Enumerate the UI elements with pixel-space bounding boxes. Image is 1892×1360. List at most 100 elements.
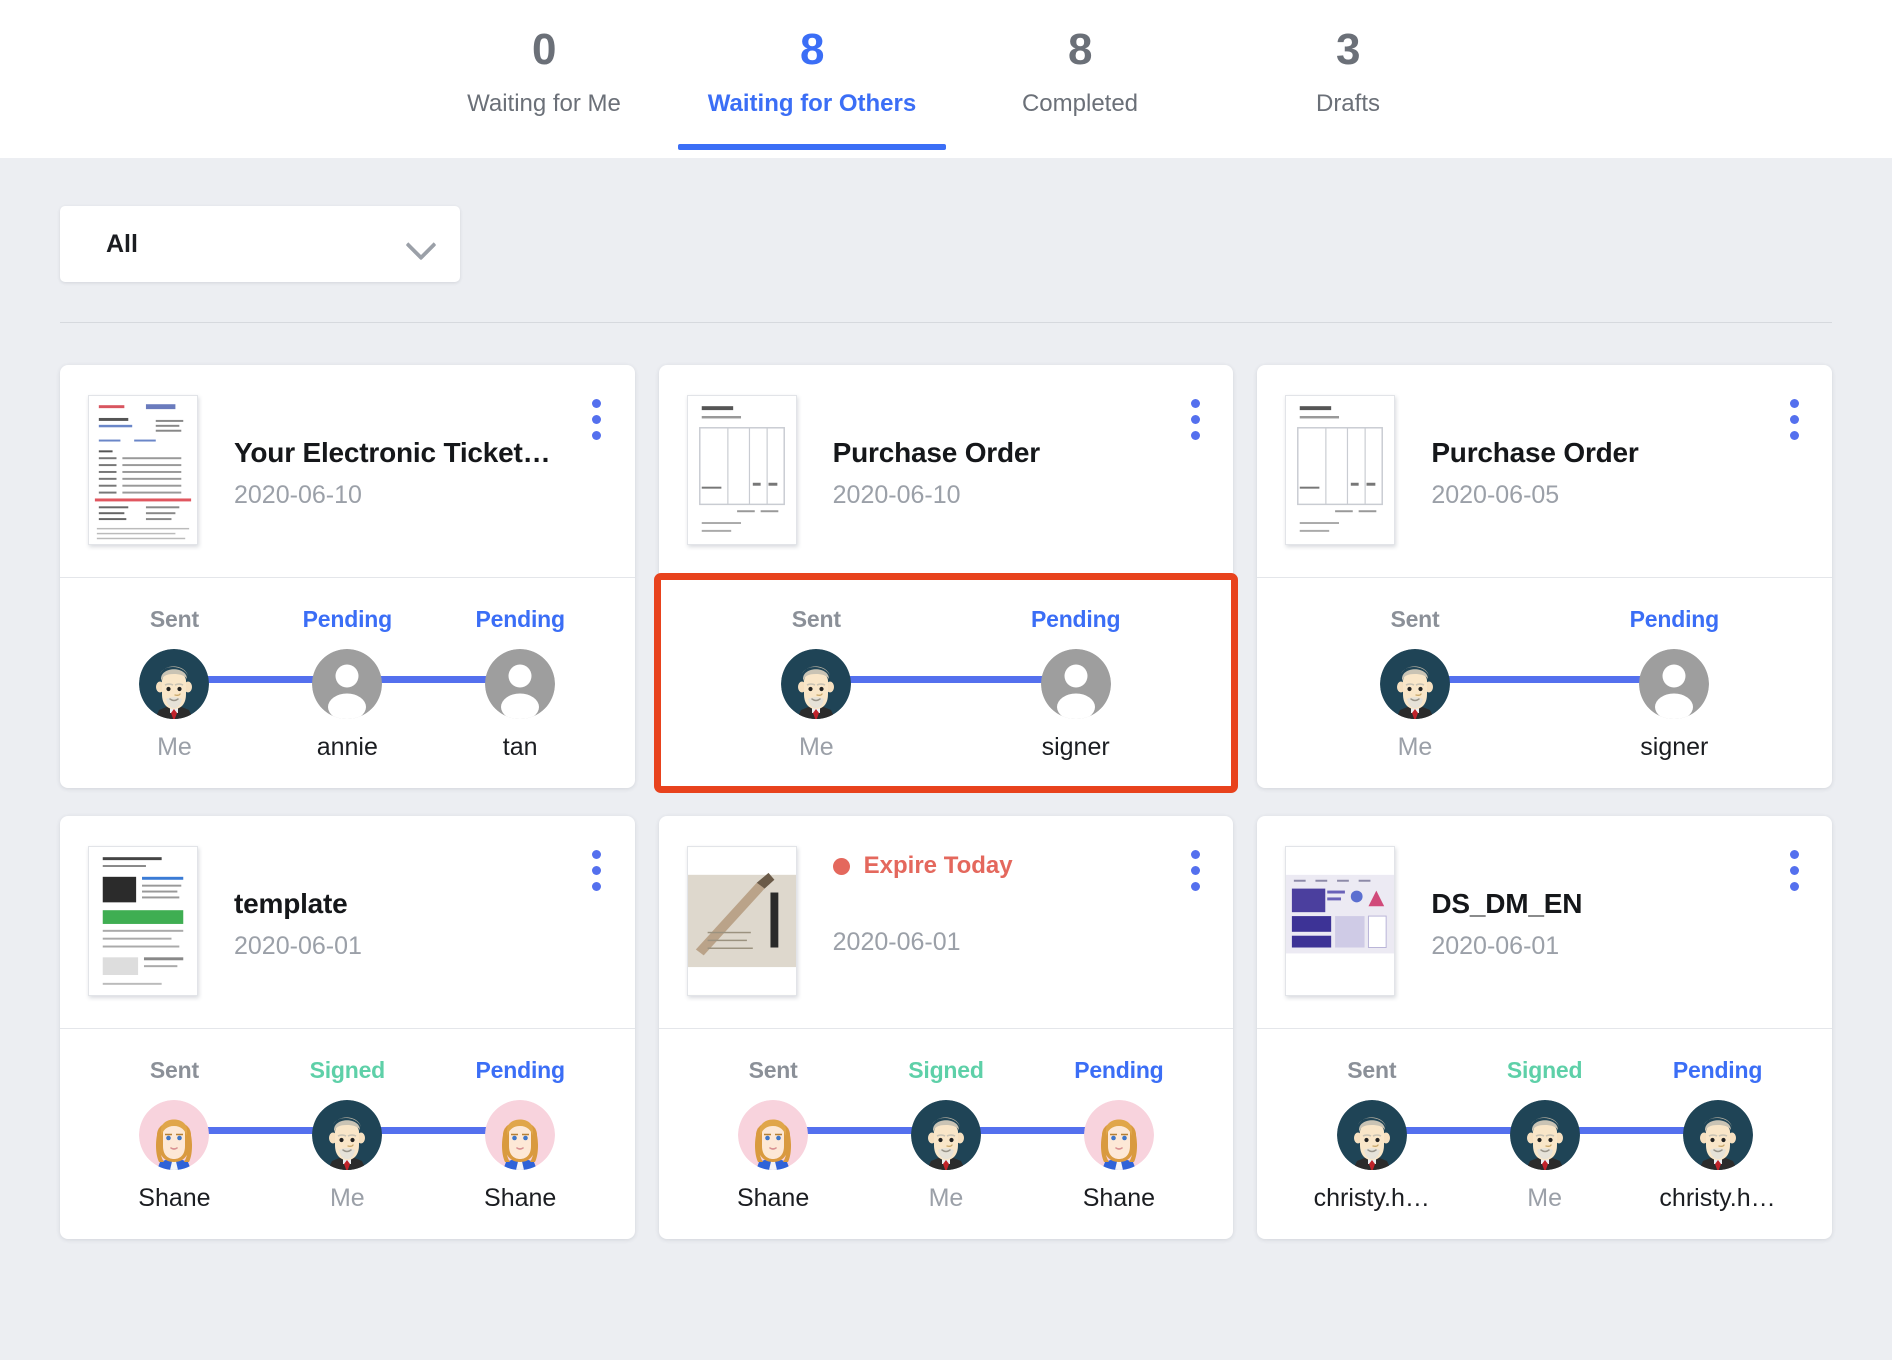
signer: Sent Shane bbox=[99, 1057, 249, 1213]
tab-waiting-for-others[interactable]: 8Waiting for Others bbox=[678, 28, 946, 144]
document-title: Purchase Order bbox=[833, 437, 1208, 469]
expire-dot-icon bbox=[833, 858, 850, 875]
tab-count: 3 bbox=[1214, 28, 1482, 72]
woman-blonde-avatar bbox=[1084, 1100, 1154, 1170]
document-card[interactable]: DS_DM_EN2020-06-01Sentchristy.h…SignedMe… bbox=[1257, 816, 1832, 1239]
signer-name: signer bbox=[1599, 733, 1749, 762]
card-meta: Expire Today2020-06-01 bbox=[797, 846, 1208, 1002]
signer: Pending Shane bbox=[445, 1057, 595, 1213]
placeholder-person-avatar bbox=[1639, 649, 1709, 719]
signer: SentMe bbox=[1340, 606, 1490, 762]
man-dark-suit-avatar bbox=[1683, 1100, 1753, 1170]
document-date: 2020-06-10 bbox=[833, 481, 1208, 510]
card-header: DS_DM_EN 2020-06-01 bbox=[1257, 816, 1832, 1028]
document-title: DS_DM_EN bbox=[1431, 888, 1806, 920]
more-vertical-icon[interactable] bbox=[1780, 395, 1808, 444]
signer-status: Sent bbox=[99, 606, 249, 633]
more-vertical-icon[interactable] bbox=[1181, 846, 1209, 895]
signer-status: Pending bbox=[1643, 1057, 1793, 1084]
status-tab-bar: 0Waiting for Me8Waiting for Others8Compl… bbox=[0, 0, 1892, 158]
more-vertical-icon[interactable] bbox=[1780, 846, 1808, 895]
more-vertical-icon[interactable] bbox=[583, 395, 611, 444]
tab-list: 0Waiting for Me8Waiting for Others8Compl… bbox=[410, 0, 1482, 144]
signer-flow: Sentchristy.h…SignedMePendingchristy.h… bbox=[1257, 1029, 1832, 1239]
card-meta: Your Electronic Ticket…2020-06-10 bbox=[198, 395, 609, 551]
placeholder-person-avatar bbox=[485, 649, 555, 719]
card-meta: Purchase Order 2020-06-05 bbox=[1395, 395, 1806, 551]
expire-badge: Expire Today bbox=[833, 852, 1208, 880]
more-vertical-icon[interactable] bbox=[1181, 395, 1209, 444]
man-dark-suit-avatar bbox=[1337, 1100, 1407, 1170]
tab-count: 8 bbox=[946, 28, 1214, 72]
tab-active-underline bbox=[678, 144, 946, 150]
document-date: 2020-06-01 bbox=[234, 932, 609, 961]
document-card[interactable]: template2020-06-01SentShaneSignedMePendi… bbox=[60, 816, 635, 1239]
document-title: Purchase Order bbox=[1431, 437, 1806, 469]
signer-name: tan bbox=[445, 733, 595, 762]
signer-status: Pending bbox=[1001, 606, 1151, 633]
signer-status: Pending bbox=[445, 1057, 595, 1084]
document-thumbnail bbox=[1285, 846, 1395, 996]
signer-name: Me bbox=[1470, 1184, 1620, 1213]
filter-row: All bbox=[60, 158, 1832, 282]
man-dark-suit-avatar bbox=[139, 649, 209, 719]
document-card[interactable]: Purchase Order 2020-06-05 SentMe Pendingsig… bbox=[1257, 365, 1832, 788]
placeholder-person-avatar bbox=[1041, 649, 1111, 719]
tab-completed[interactable]: 8 Completed bbox=[946, 28, 1214, 144]
section-divider bbox=[60, 322, 1832, 323]
woman-blonde-avatar bbox=[139, 1100, 209, 1170]
signer-status: Sent bbox=[99, 1057, 249, 1084]
signer-name: christy.h… bbox=[1643, 1184, 1793, 1213]
woman-blonde-avatar bbox=[485, 1100, 555, 1170]
signer-status: Pending bbox=[1044, 1057, 1194, 1084]
signer-status: Signed bbox=[871, 1057, 1021, 1084]
tab-drafts[interactable]: 3Drafts bbox=[1214, 28, 1482, 144]
card-header: Expire Today2020-06-01 bbox=[659, 816, 1234, 1028]
signer-name: christy.h… bbox=[1297, 1184, 1447, 1213]
man-dark-suit-avatar bbox=[781, 649, 851, 719]
signer: SentMe bbox=[741, 606, 891, 762]
tab-count: 8 bbox=[678, 28, 946, 72]
card-header: Purchase Order 2020-06-05 bbox=[1257, 365, 1832, 577]
signer-flow: SentShaneSignedMePendingShane bbox=[659, 1029, 1234, 1239]
signer: SentMe bbox=[99, 606, 249, 762]
man-dark-suit-avatar bbox=[911, 1100, 981, 1170]
man-dark-suit-avatar bbox=[1510, 1100, 1580, 1170]
tab-label: Waiting for Me bbox=[410, 90, 678, 118]
signer-name: Me bbox=[272, 1184, 422, 1213]
document-title: template bbox=[234, 888, 609, 920]
card-meta: DS_DM_EN 2020-06-01 bbox=[1395, 846, 1806, 1002]
document-thumbnail bbox=[88, 846, 198, 996]
signer-status: Pending bbox=[445, 606, 595, 633]
document-date: 2020-06-01 bbox=[1431, 932, 1806, 961]
document-date: 2020-06-10 bbox=[234, 481, 609, 510]
card-meta: template 2020-06-01 bbox=[198, 846, 609, 1002]
signer-name: Shane bbox=[99, 1184, 249, 1213]
document-thumbnail bbox=[1285, 395, 1395, 545]
signer: Pendingannie bbox=[272, 606, 422, 762]
signer: SignedMe bbox=[871, 1057, 1021, 1213]
document-card[interactable]: Purchase Order 2020-06-10 SentMe Pending sig… bbox=[659, 365, 1234, 788]
man-dark-suit-avatar bbox=[1380, 649, 1450, 719]
document-card[interactable]: Your Electronic Ticket…2020-06-10SentMeP… bbox=[60, 365, 635, 788]
chevron-down-icon bbox=[408, 231, 434, 257]
placeholder-person-avatar bbox=[312, 649, 382, 719]
signer: Pending tan bbox=[445, 606, 595, 762]
more-vertical-icon[interactable] bbox=[583, 846, 611, 895]
signer-status: Sent bbox=[1340, 606, 1490, 633]
signer: Pendingsigner bbox=[1599, 606, 1749, 762]
filter-select-value: All bbox=[106, 230, 138, 259]
signer-name: Shane bbox=[1044, 1184, 1194, 1213]
signer-status: Signed bbox=[1470, 1057, 1620, 1084]
tab-label: Completed bbox=[946, 90, 1214, 118]
filter-select[interactable]: All bbox=[60, 206, 460, 282]
signer-flow: SentMePendingannie Pending tan bbox=[60, 578, 635, 788]
signer-name: Shane bbox=[445, 1184, 595, 1213]
signer: Signed Me bbox=[1470, 1057, 1620, 1213]
signer-name: signer bbox=[1001, 733, 1151, 762]
document-date: 2020-06-05 bbox=[1431, 481, 1806, 510]
document-card[interactable]: Expire Today2020-06-01SentShaneSignedMeP… bbox=[659, 816, 1234, 1239]
document-card-grid: Your Electronic Ticket…2020-06-10SentMeP… bbox=[60, 365, 1832, 1239]
signer: Pending Shane bbox=[1044, 1057, 1194, 1213]
tab-waiting-for-me[interactable]: 0Waiting for Me bbox=[410, 28, 678, 144]
